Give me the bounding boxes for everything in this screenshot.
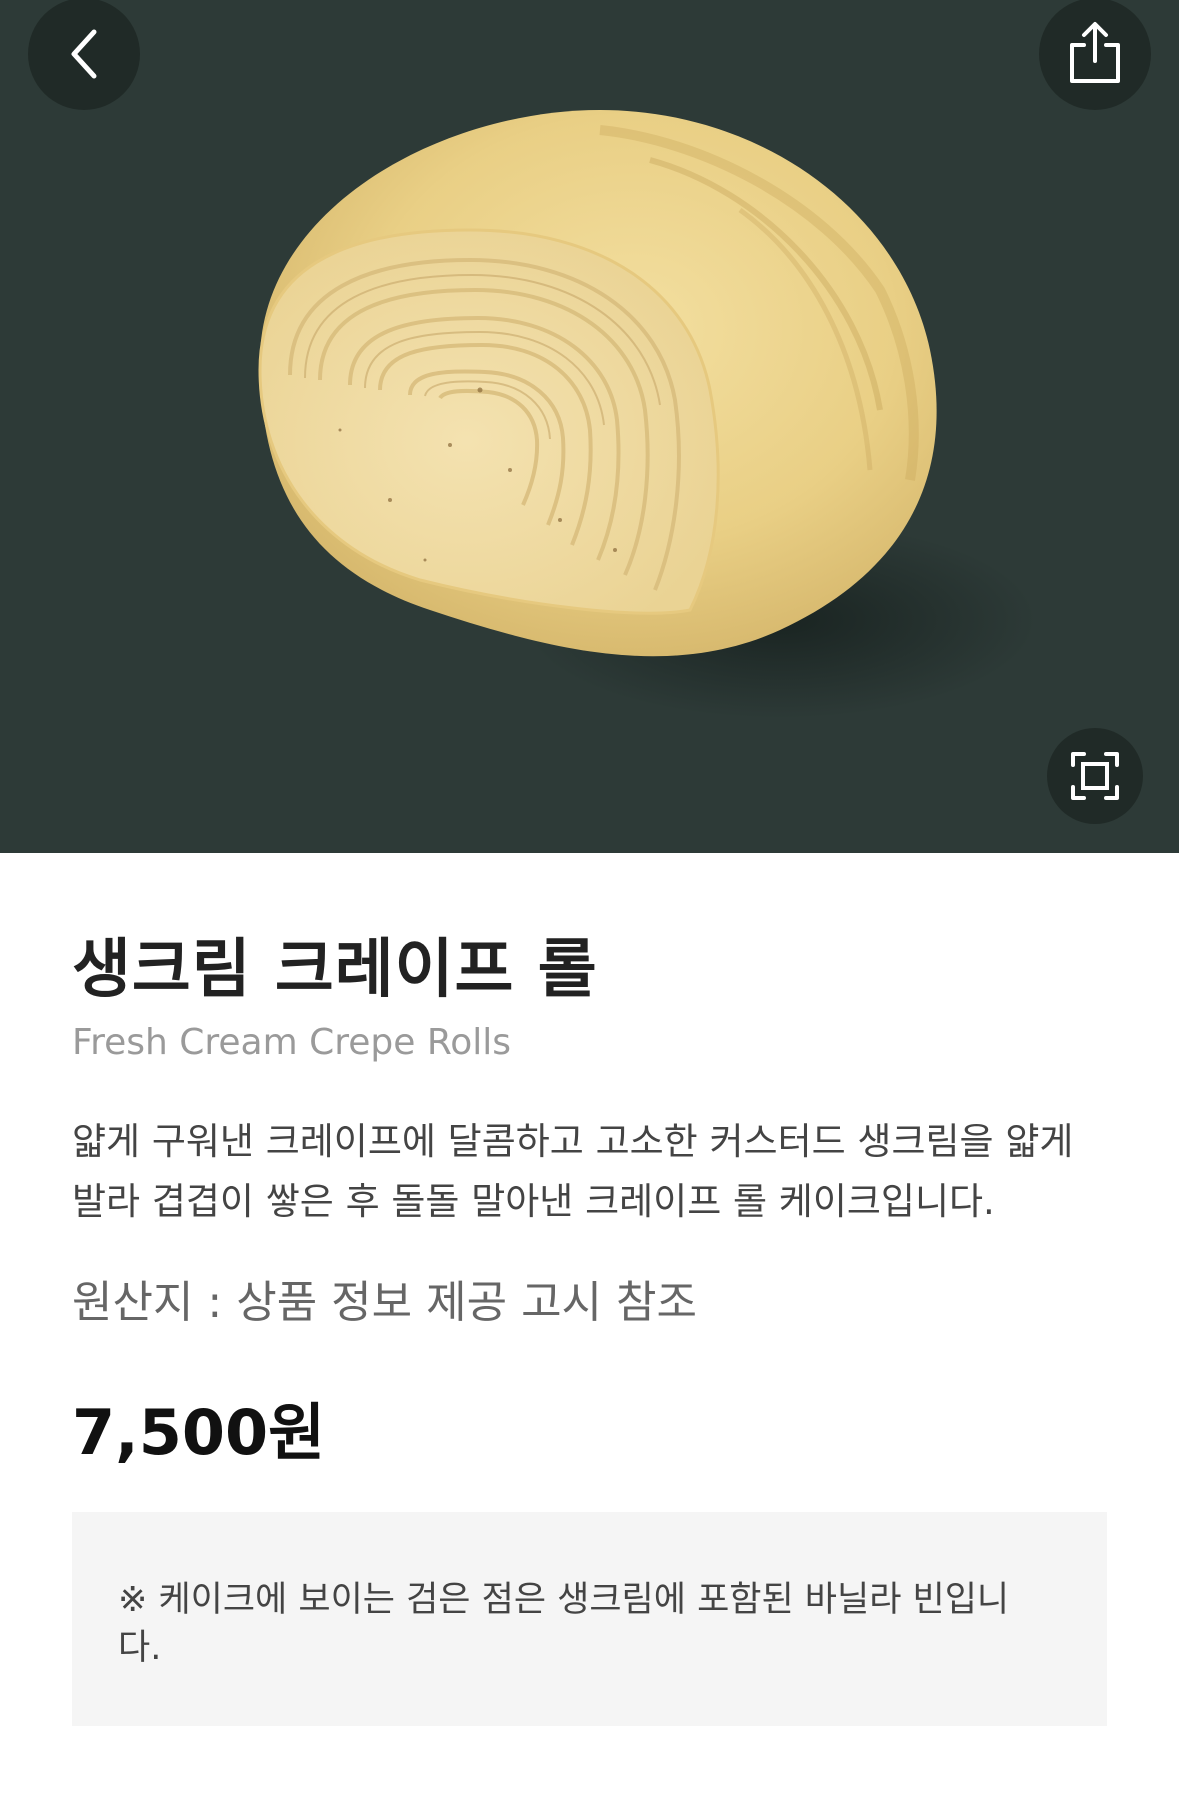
product-description: 얇게 구워낸 크레이프에 달콤하고 고소한 커스터드 생크림을 얇게 발라 겹겹… <box>72 1120 1074 1223</box>
expand-image-button[interactable] <box>1047 728 1143 824</box>
back-button[interactable] <box>28 0 140 110</box>
notice-box: ※ 케이크에 보이는 검은 점은 생크림에 포함된 바닐라 빈입니다. <box>72 1512 1107 1726</box>
product-detail-page: 생크림 크레이프 롤 Fresh Cream Crepe Rolls 얇게 구워… <box>0 0 1179 1796</box>
chevron-left-icon <box>71 29 97 79</box>
product-image-area <box>0 0 1179 853</box>
product-image <box>258 110 937 657</box>
product-english-name: Fresh Cream Crepe Rolls <box>72 1022 512 1063</box>
product-origin: 원산지 : 상품 정보 제공 고시 참조 <box>72 1277 697 1328</box>
product-title: 생크림 크레이프 롤 <box>72 933 598 1007</box>
expand-frame-icon <box>1071 752 1119 800</box>
share-icon <box>1070 22 1120 83</box>
notice-text: ※ 케이크에 보이는 검은 점은 생크림에 포함된 바닐라 빈입니다. <box>118 1580 1010 1668</box>
share-button[interactable] <box>1039 0 1151 110</box>
product-price: 7,500원 <box>72 1396 326 1469</box>
